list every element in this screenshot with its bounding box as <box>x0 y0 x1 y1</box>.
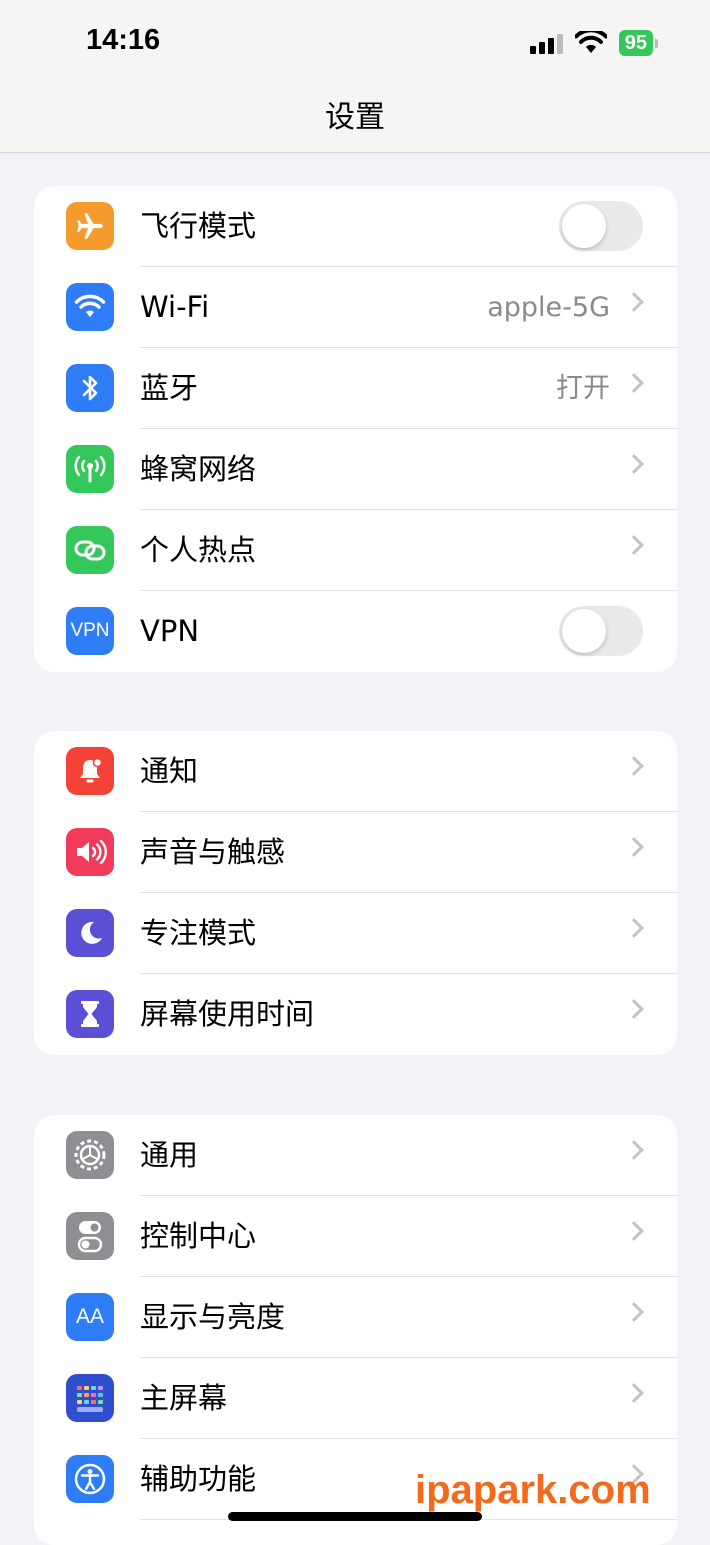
home-indicator[interactable] <box>228 1512 482 1521</box>
row-label: Wi-Fi <box>140 290 210 324</box>
settings-group-notifications: 通知 声音与触感 专注模式 屏幕使用时间 <box>34 731 677 1055</box>
row-label: 显示与亮度 <box>140 1300 286 1334</box>
chevron-right-icon <box>624 1140 644 1160</box>
gear-icon <box>66 1131 114 1179</box>
row-label: 蓝牙 <box>140 371 199 405</box>
row-screen-time[interactable]: 屏幕使用时间 <box>34 974 677 1055</box>
status-time: 14:16 <box>86 24 161 56</box>
chevron-right-icon <box>624 535 644 555</box>
vpn-toggle[interactable] <box>559 606 643 656</box>
bluetooth-icon <box>66 364 114 412</box>
row-label: 通用 <box>140 1138 199 1172</box>
settings-group-connectivity: 飞行模式 Wi-Fi apple-5G 蓝牙 打开 蜂窝网络 个人热点 VPN … <box>34 186 677 672</box>
row-cellular[interactable]: 蜂窝网络 <box>34 429 677 510</box>
chevron-right-icon <box>624 1221 644 1241</box>
row-label: 声音与触感 <box>140 835 286 869</box>
row-notifications[interactable]: 通知 <box>34 731 677 812</box>
chevron-right-icon <box>624 1302 644 1322</box>
chevron-right-icon <box>624 999 644 1019</box>
status-icons: 95 <box>529 28 658 58</box>
row-airplane-mode[interactable]: 飞行模式 <box>34 186 677 267</box>
row-label: 控制中心 <box>140 1219 257 1253</box>
watermark: ipapark.com <box>415 1468 651 1512</box>
row-home-screen[interactable]: 主屏幕 <box>34 1358 677 1439</box>
header: 14:16 95 设置 <box>0 0 710 153</box>
row-hotspot[interactable]: 个人热点 <box>34 510 677 591</box>
chevron-right-icon <box>624 1383 644 1403</box>
home-screen-icon <box>66 1374 114 1422</box>
row-wifi[interactable]: Wi-Fi apple-5G <box>34 267 677 348</box>
wifi-network-name: apple-5G <box>487 292 610 323</box>
row-label: 专注模式 <box>140 916 257 950</box>
accessibility-icon <box>66 1455 114 1503</box>
row-label: 蜂窝网络 <box>140 452 257 486</box>
battery-icon: 95 <box>618 30 658 56</box>
row-label: 主屏幕 <box>140 1381 228 1415</box>
row-control-center[interactable]: 控制中心 <box>34 1196 677 1277</box>
row-label: 个人热点 <box>140 533 257 567</box>
row-label: 通知 <box>140 754 199 788</box>
chevron-right-icon <box>624 292 644 312</box>
row-label: 辅助功能 <box>140 1462 257 1496</box>
page-title: 设置 <box>325 100 385 135</box>
moon-icon <box>66 909 114 957</box>
cellular-signal-icon <box>529 32 563 54</box>
chevron-right-icon <box>624 837 644 857</box>
bluetooth-status: 打开 <box>556 373 610 404</box>
row-display[interactable]: AA 显示与亮度 <box>34 1277 677 1358</box>
row-label: 屏幕使用时间 <box>140 997 315 1031</box>
bell-icon <box>66 747 114 795</box>
switches-icon <box>66 1212 114 1260</box>
speaker-icon <box>66 828 114 876</box>
text-size-icon: AA <box>66 1293 114 1341</box>
hotspot-icon <box>66 526 114 574</box>
text-size-icon-text: AA <box>75 1305 104 1328</box>
chevron-right-icon <box>624 756 644 776</box>
row-label: 飞行模式 <box>140 209 257 243</box>
chevron-right-icon <box>624 373 644 393</box>
wifi-status-icon <box>574 31 607 53</box>
wifi-icon <box>66 283 114 331</box>
row-vpn[interactable]: VPN VPN <box>34 591 677 672</box>
hourglass-icon <box>66 990 114 1038</box>
airplane-mode-toggle[interactable] <box>559 201 643 251</box>
row-label: VPN <box>140 614 200 648</box>
chevron-right-icon <box>624 454 644 474</box>
row-focus[interactable]: 专注模式 <box>34 893 677 974</box>
airplane-icon <box>66 202 114 250</box>
cellular-icon <box>66 445 114 493</box>
row-sounds[interactable]: 声音与触感 <box>34 812 677 893</box>
row-general[interactable]: 通用 <box>34 1115 677 1196</box>
vpn-icon: VPN <box>66 607 114 655</box>
row-bluetooth[interactable]: 蓝牙 打开 <box>34 348 677 429</box>
battery-level: 95 <box>618 30 653 56</box>
vpn-icon-text: VPN <box>70 620 110 641</box>
chevron-right-icon <box>624 918 644 938</box>
